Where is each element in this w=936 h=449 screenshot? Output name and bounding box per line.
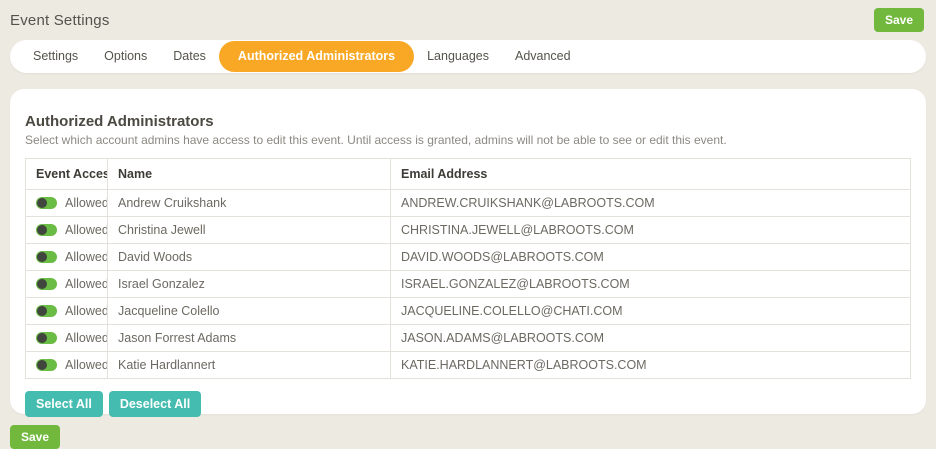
footer-row: Save <box>10 425 936 449</box>
column-header-name: Name <box>108 159 391 190</box>
event-access-toggle[interactable] <box>36 224 57 236</box>
admin-name: Israel Gonzalez <box>108 271 391 298</box>
admin-name: Jason Forrest Adams <box>108 325 391 352</box>
event-access-toggle[interactable] <box>36 305 57 317</box>
event-access-toggle[interactable] <box>36 197 57 209</box>
event-access-toggle[interactable] <box>36 332 57 344</box>
admin-email: DAVID.WOODS@LABROOTS.COM <box>391 244 911 271</box>
event-access-toggle[interactable] <box>36 251 57 263</box>
access-label: Allowed <box>65 331 108 345</box>
admin-email: CHRISTINA.JEWELL@LABROOTS.COM <box>391 217 911 244</box>
access-label: Allowed <box>65 304 108 318</box>
tab-advanced[interactable]: Advanced <box>502 41 584 72</box>
access-label: Allowed <box>65 250 108 264</box>
tab-settings[interactable]: Settings <box>20 41 91 72</box>
admin-name: Katie Hardlannert <box>108 352 391 379</box>
column-header-event-access: Event Access <box>26 159 108 190</box>
event-access-toggle[interactable] <box>36 359 57 371</box>
column-header-email: Email Address <box>391 159 911 190</box>
table-row: Allowed Katie Hardlannert KATIE.HARDLANN… <box>26 352 911 379</box>
tab-label: Authorized Administrators <box>238 49 395 63</box>
table-header-row: Event Access Name Email Address <box>26 159 911 190</box>
settings-card: Authorized Administrators Select which a… <box>10 89 926 414</box>
tab-label: Dates <box>173 49 206 63</box>
access-label: Allowed <box>65 277 108 291</box>
access-label: Allowed <box>65 358 108 372</box>
admin-email: JASON.ADAMS@LABROOTS.COM <box>391 325 911 352</box>
table-row: Allowed Jason Forrest Adams JASON.ADAMS@… <box>26 325 911 352</box>
admin-name: Andrew Cruikshank <box>108 190 391 217</box>
table-row: Allowed David Woods DAVID.WOODS@LABROOTS… <box>26 244 911 271</box>
tab-label: Languages <box>427 49 489 63</box>
select-all-button[interactable]: Select All <box>25 391 103 417</box>
table-row: Allowed Jacqueline Colello JACQUELINE.CO… <box>26 298 911 325</box>
tab-dates[interactable]: Dates <box>160 41 219 72</box>
save-button-top[interactable]: Save <box>874 8 924 32</box>
section-description: Select which account admins have access … <box>25 133 911 147</box>
access-label: Allowed <box>65 223 108 237</box>
event-access-toggle[interactable] <box>36 278 57 290</box>
tab-bar: Settings Options Dates Authorized Administr… <box>10 40 926 73</box>
top-bar: Event Settings Save <box>0 0 936 34</box>
table-row: Allowed Israel Gonzalez ISRAEL.GONZALEZ@… <box>26 271 911 298</box>
tab-options[interactable]: Options <box>91 41 160 72</box>
page-title: Event Settings <box>10 12 110 29</box>
administrators-table: Event Access Name Email Address Allowed … <box>25 158 911 379</box>
table-body: Allowed Andrew Cruikshank ANDREW.CRUIKSH… <box>26 190 911 379</box>
tab-languages[interactable]: Languages <box>414 41 502 72</box>
admin-name: Christina Jewell <box>108 217 391 244</box>
admin-name: Jacqueline Colello <box>108 298 391 325</box>
table-row: Allowed Andrew Cruikshank ANDREW.CRUIKSH… <box>26 190 911 217</box>
table-row: Allowed Christina Jewell CHRISTINA.JEWEL… <box>26 217 911 244</box>
section-title: Authorized Administrators <box>25 113 911 130</box>
deselect-all-button[interactable]: Deselect All <box>109 391 201 417</box>
action-row: Select All Deselect All <box>25 391 911 417</box>
admin-name: David Woods <box>108 244 391 271</box>
admin-email: ISRAEL.GONZALEZ@LABROOTS.COM <box>391 271 911 298</box>
tab-label: Advanced <box>515 49 571 63</box>
tab-label: Options <box>104 49 147 63</box>
access-label: Allowed <box>65 196 108 210</box>
tab-authorized-administrators[interactable]: Authorized Administrators <box>219 41 414 72</box>
admin-email: JACQUELINE.COLELLO@CHATI.COM <box>391 298 911 325</box>
admin-email: KATIE.HARDLANNERT@LABROOTS.COM <box>391 352 911 379</box>
tab-label: Settings <box>33 49 78 63</box>
admin-email: ANDREW.CRUIKSHANK@LABROOTS.COM <box>391 190 911 217</box>
save-button-bottom[interactable]: Save <box>10 425 60 449</box>
